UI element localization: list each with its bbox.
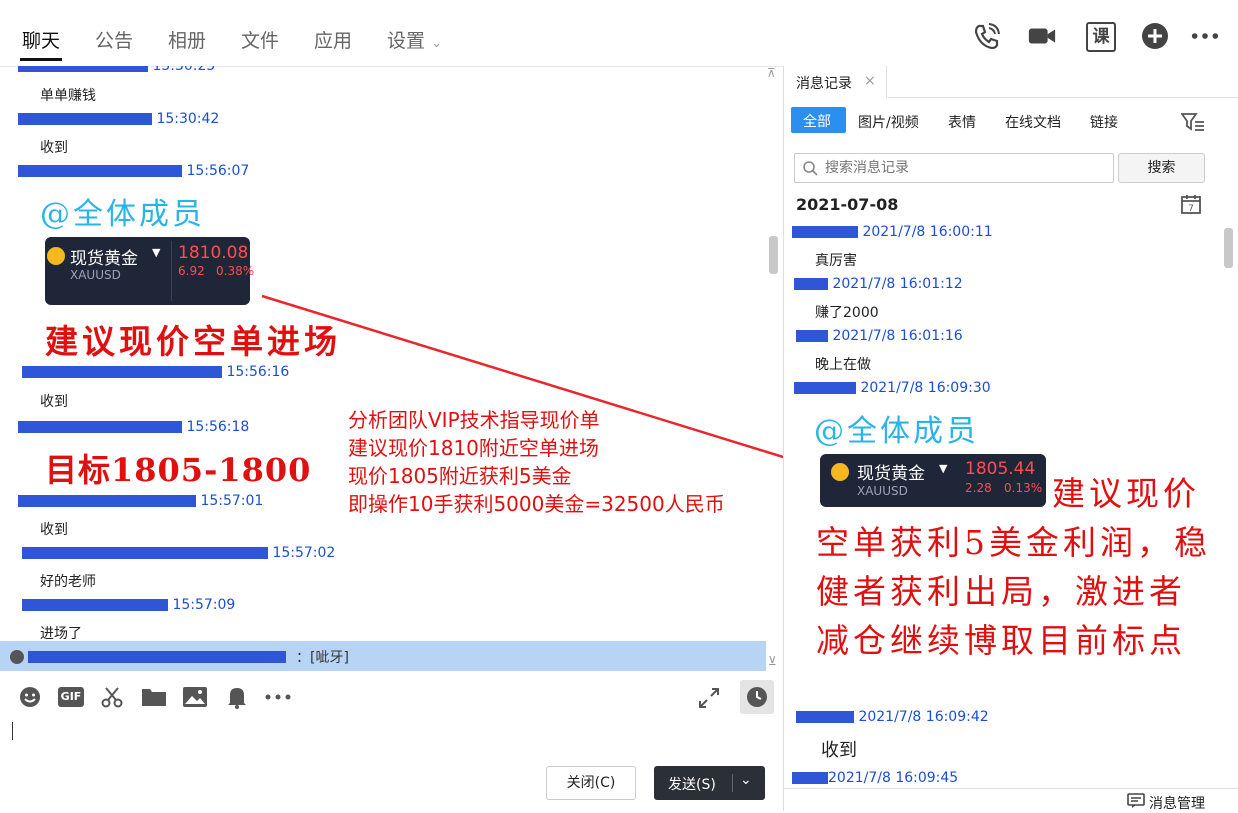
history-date: 2021-07-08 — [796, 195, 899, 214]
history-search-button[interactable]: 搜索 — [1118, 153, 1205, 183]
filter-icon[interactable] — [1181, 112, 1205, 132]
emoji-icon[interactable] — [18, 685, 42, 709]
history-title: 消息记录 — [796, 76, 852, 92]
close-icon[interactable]: × — [864, 73, 876, 89]
collapse-down-icon[interactable]: ⊻ — [768, 654, 777, 668]
more-tools-icon[interactable] — [263, 688, 293, 706]
history-scrollbar-thumb[interactable] — [1224, 228, 1233, 268]
clock-icon — [747, 687, 767, 707]
filter-stickers[interactable]: 表情 — [948, 112, 976, 132]
history-sender: 2021/7/8 16:00:11 — [792, 224, 993, 240]
expand-icon[interactable] — [697, 686, 721, 710]
image-icon[interactable] — [182, 686, 208, 708]
history-tab[interactable]: 消息记录 × — [784, 66, 887, 99]
calendar-icon[interactable]: 7 — [1181, 194, 1201, 214]
chevron-down-icon[interactable]: ⌄ — [740, 772, 752, 788]
send-divider — [732, 774, 733, 792]
history-sender: 2021/7/8 16:09:45 — [792, 770, 958, 786]
svg-text:7: 7 — [1188, 204, 1194, 214]
history-sender: 2021/7/8 16:01:12 — [794, 276, 963, 292]
scissors-icon[interactable] — [100, 685, 124, 709]
signal-result-text: 建议现价空单获利5美金利润，稳健者获利出局，激进者减仓继续博取目前标点 — [816, 474, 1211, 660]
filter-docs[interactable]: 在线文档 — [1005, 112, 1061, 132]
filter-label: 全部 — [803, 114, 831, 130]
search-icon — [803, 161, 818, 176]
message-input[interactable] — [0, 720, 783, 765]
history-message: 赚了2000 — [815, 305, 879, 321]
history-message: 真厉害 — [815, 253, 857, 269]
avatar — [10, 650, 24, 664]
history-message: 收到 — [821, 740, 857, 761]
bell-icon[interactable] — [226, 685, 248, 709]
message-manage-icon — [1127, 793, 1145, 808]
history-search-input[interactable] — [823, 157, 1107, 179]
gif-icon[interactable]: GIF — [58, 687, 84, 707]
history-sender: 2021/7/8 16:09:42 — [796, 709, 989, 725]
message-manage-button[interactable]: 消息管理 — [1149, 793, 1205, 813]
history-toggle-button[interactable] — [740, 680, 774, 714]
history-footer: 消息管理 — [784, 788, 1238, 812]
send-button[interactable]: 发送(S) ⌄ — [654, 766, 765, 800]
reply-preview-text: ：[呲牙] — [296, 650, 349, 666]
filter-links[interactable]: 链接 — [1090, 112, 1118, 132]
send-label: 发送(S) — [668, 777, 716, 793]
history-message: 晚上在做 — [815, 357, 871, 373]
close-button[interactable]: 关闭(C) — [546, 766, 636, 800]
tab-border — [886, 97, 1238, 98]
at-all-mention: @全体成员 — [814, 414, 979, 449]
history-sender: 2021/7/8 16:09:30 — [794, 380, 991, 396]
history-search-box[interactable] — [794, 153, 1114, 183]
filter-all[interactable]: 全部 — [791, 107, 846, 133]
history-sender: 2021/7/8 16:01:16 — [796, 328, 963, 344]
filter-media[interactable]: 图片/视频 — [858, 112, 919, 132]
folder-icon[interactable] — [141, 686, 167, 708]
reply-preview-row[interactable]: ：[呲牙] — [0, 641, 766, 671]
redacted-name — [28, 651, 286, 663]
